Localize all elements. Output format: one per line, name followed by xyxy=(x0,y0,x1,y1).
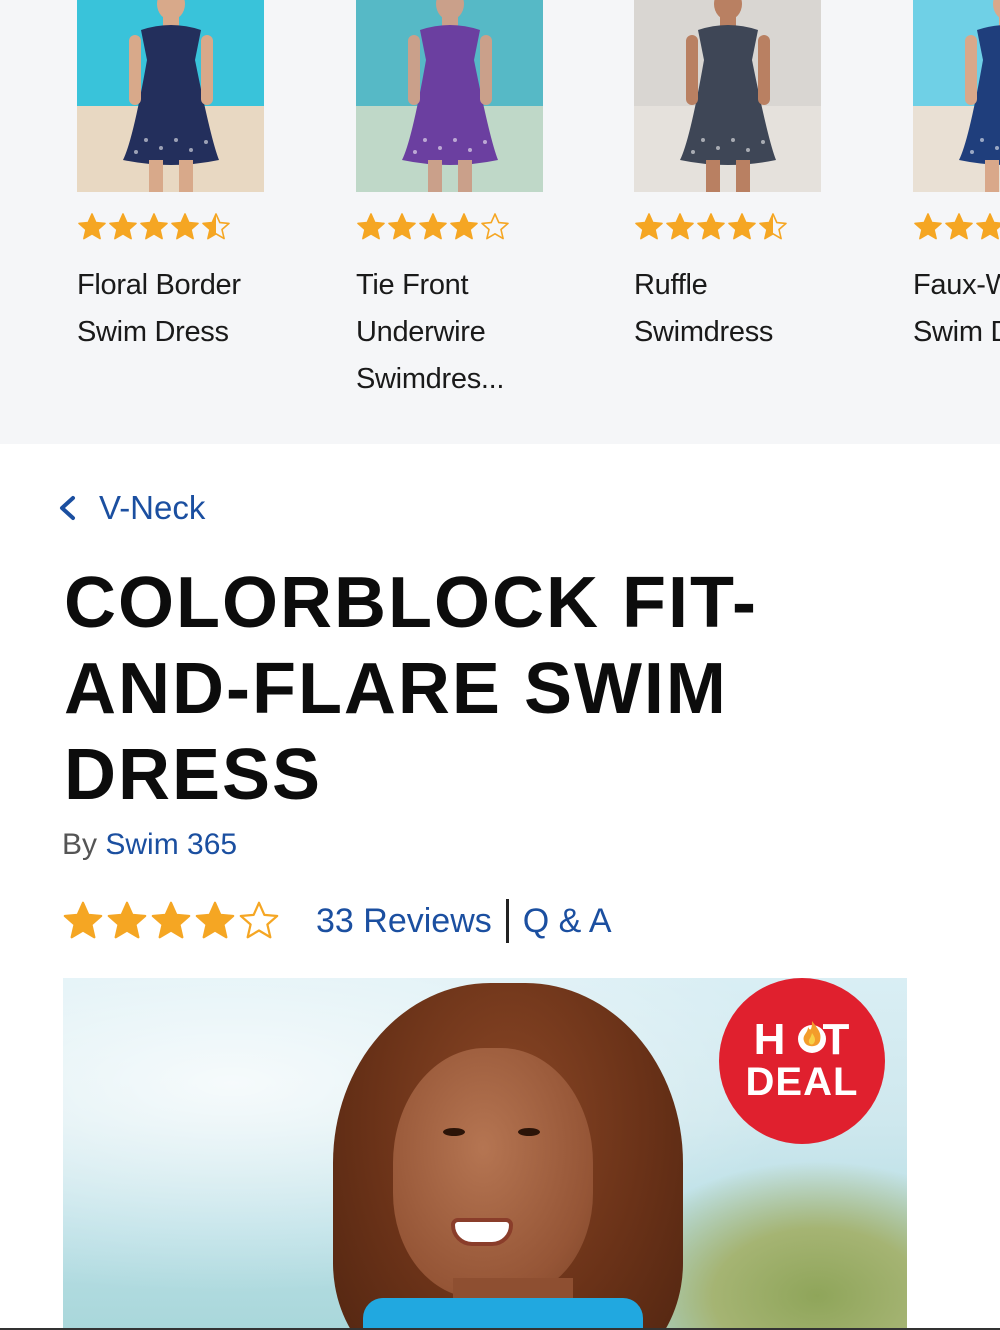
rating-row: 33 Reviews Q & A xyxy=(62,893,612,949)
recommendation-image[interactable] xyxy=(356,0,543,192)
recommendation-card[interactable]: Tie Front Underwire Swimdres... xyxy=(356,0,546,395)
star-icon xyxy=(913,212,943,244)
reviews-link[interactable]: 33 Reviews xyxy=(316,902,492,941)
recommendation-rating xyxy=(913,212,1000,244)
star-icon xyxy=(77,212,107,244)
star-icon xyxy=(696,212,726,244)
product-rating-stars[interactable] xyxy=(62,900,280,942)
recommendation-image[interactable] xyxy=(634,0,821,192)
product-title: COLORBLOCK FIT-AND-FLARE SWIM DRESS xyxy=(64,563,758,815)
star-icon xyxy=(758,212,788,244)
recommendation-name[interactable]: Ruffle Swimdress xyxy=(634,262,844,356)
recommendation-card[interactable]: Floral Border Swim Dress xyxy=(77,0,267,348)
star-icon xyxy=(194,900,236,942)
star-icon xyxy=(418,212,448,244)
star-icon xyxy=(387,212,417,244)
model-swimsuit xyxy=(363,1298,643,1330)
recommendation-name[interactable]: Floral Border Swim Dress xyxy=(77,262,287,356)
model-figure xyxy=(401,0,498,192)
star-icon xyxy=(727,212,757,244)
star-icon xyxy=(170,212,200,244)
recommendation-card[interactable]: Ruffle Swimdress xyxy=(634,0,824,348)
chevron-left-icon xyxy=(60,496,75,520)
recommendation-image[interactable] xyxy=(77,0,264,192)
recommendation-rating xyxy=(356,212,510,244)
star-icon xyxy=(356,212,386,244)
recommendation-name[interactable]: Tie Front Underwire Swimdres... xyxy=(356,262,566,403)
model-figure xyxy=(958,0,1000,192)
star-icon xyxy=(238,900,280,942)
star-icon xyxy=(106,900,148,942)
brand-link[interactable]: Swim 365 xyxy=(105,828,237,861)
recommendation-name[interactable]: Faux-Wrap Swim Dress xyxy=(913,262,1000,356)
star-icon xyxy=(201,212,231,244)
recommendation-rating xyxy=(634,212,788,244)
star-icon xyxy=(665,212,695,244)
divider xyxy=(505,899,509,943)
back-to-category-link[interactable]: V-Neck xyxy=(55,486,205,530)
star-icon xyxy=(139,212,169,244)
recommendation-rating xyxy=(77,212,231,244)
model-figure xyxy=(679,0,776,192)
star-icon xyxy=(108,212,138,244)
star-icon xyxy=(62,900,104,942)
star-icon xyxy=(634,212,664,244)
by-prefix: By xyxy=(62,828,98,861)
hot-deal-badge: HT DEAL xyxy=(719,978,885,1144)
star-icon xyxy=(975,212,1000,244)
star-icon xyxy=(480,212,510,244)
flame-icon xyxy=(797,1021,826,1053)
recommendation-card[interactable]: Faux-Wrap Swim Dress xyxy=(913,0,1000,348)
model-figure xyxy=(122,0,219,192)
qa-link[interactable]: Q & A xyxy=(523,902,612,941)
model-face xyxy=(393,1048,593,1298)
product-byline: By Swim 365 xyxy=(62,828,237,862)
star-icon xyxy=(944,212,974,244)
recommendation-image[interactable] xyxy=(913,0,1000,192)
star-icon xyxy=(150,900,192,942)
recommendation-carousel[interactable]: Floral Border Swim Dress Tie Front Under… xyxy=(0,0,1000,444)
star-icon xyxy=(449,212,479,244)
back-link-label: V-Neck xyxy=(99,489,206,526)
